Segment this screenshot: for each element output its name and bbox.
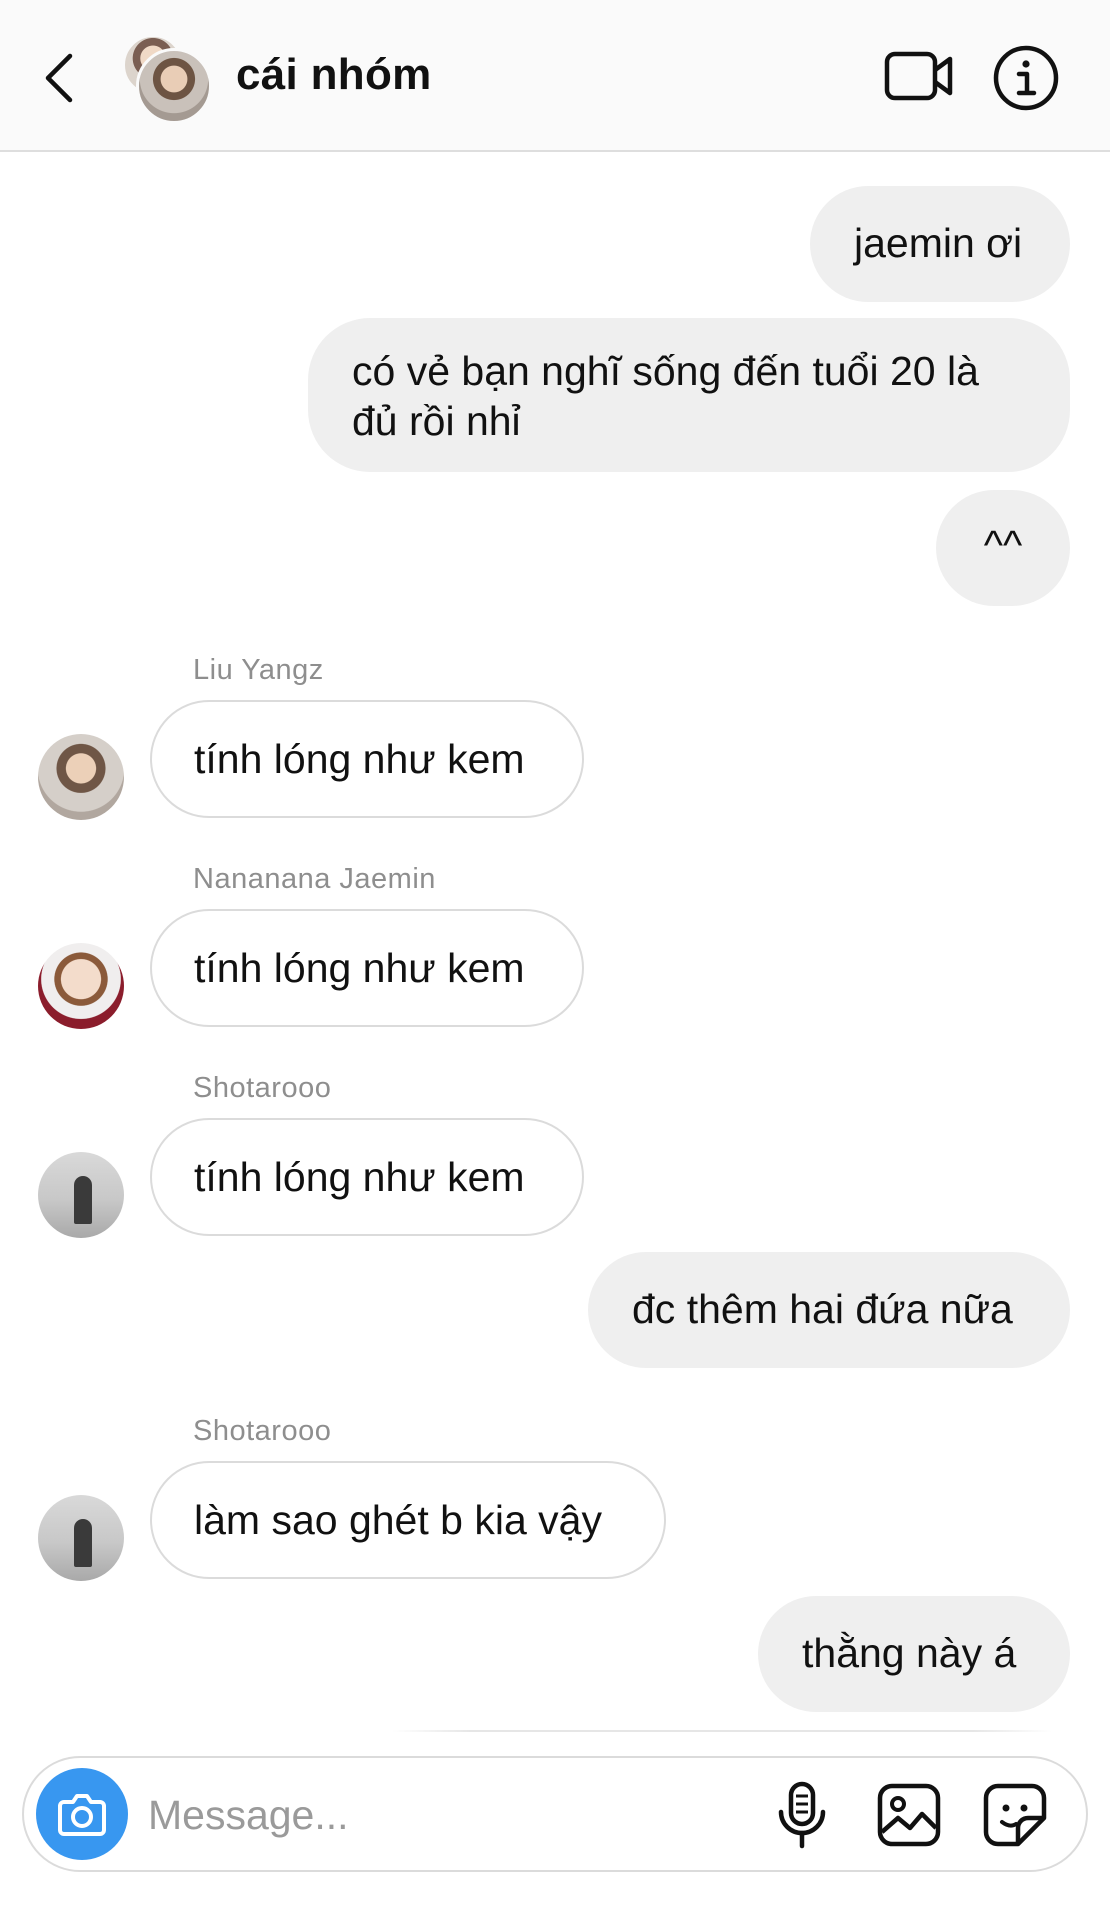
incoming-message[interactable]: tính lóng như kem [150,909,584,1027]
camera-button[interactable] [36,1768,128,1860]
message-text: tính lóng như kem [194,945,525,991]
group-avatar[interactable] [122,34,212,124]
message-text: jaemin ơi [854,220,1023,266]
message-composer [22,1756,1088,1872]
message-text: tính lóng như kem [194,736,525,782]
incoming-message[interactable]: tính lóng như kem [150,700,584,818]
sender-name: Shotarooo [193,1072,332,1104]
video-camera-icon [884,51,953,101]
message-thread[interactable]: jaemin ơi có vẻ bạn nghĩ sống đến tuổi 2… [0,152,1110,1732]
info-icon [993,45,1059,111]
outgoing-message[interactable]: ^^ [936,490,1070,606]
chat-title[interactable]: cái nhóm [236,50,432,100]
gallery-button[interactable] [876,1782,942,1848]
sender-name: Nananana Jaemin [193,863,436,895]
sender-avatar[interactable] [38,1152,124,1238]
outgoing-message[interactable]: thằng này á [758,1596,1070,1712]
voice-message-button[interactable] [774,1780,830,1852]
outgoing-message[interactable]: đc thêm hai đứa nữa [588,1252,1070,1368]
message-text: tính lóng như kem [194,1154,525,1200]
incoming-message[interactable]: làm sao ghét b kia vậy [150,1461,666,1579]
outgoing-message[interactable]: jaemin ơi [810,186,1070,302]
info-button[interactable] [992,44,1060,112]
camera-icon [58,1794,106,1836]
sender-name: Liu Yangz [193,654,324,686]
sticker-button[interactable] [982,1782,1048,1848]
member-avatar [136,48,212,124]
partially-visible-message [392,1730,1052,1732]
message-text: ^^ [983,522,1023,568]
sender-avatar[interactable] [38,734,124,820]
message-text: đc thêm hai đứa nữa [632,1286,1013,1332]
back-button[interactable] [38,48,82,108]
message-input[interactable] [146,1784,670,1846]
outgoing-message[interactable]: có vẻ bạn nghĩ sống đến tuổi 20 là đủ rồ… [308,318,1070,472]
gallery-icon [877,1783,941,1847]
message-text: có vẻ bạn nghĩ sống đến tuổi 20 là đủ rồ… [352,348,979,444]
incoming-message[interactable]: tính lóng như kem [150,1118,584,1236]
sender-name: Shotarooo [193,1415,332,1447]
message-text: làm sao ghét b kia vậy [194,1497,602,1543]
sender-avatar[interactable] [38,1495,124,1581]
sender-avatar[interactable] [38,943,124,1029]
sticker-icon [983,1783,1047,1847]
chat-header: cái nhóm [0,0,1110,152]
message-text: thằng này á [802,1630,1017,1676]
video-call-button[interactable] [884,48,954,104]
chevron-left-icon [45,53,73,103]
microphone-icon [778,1781,826,1849]
